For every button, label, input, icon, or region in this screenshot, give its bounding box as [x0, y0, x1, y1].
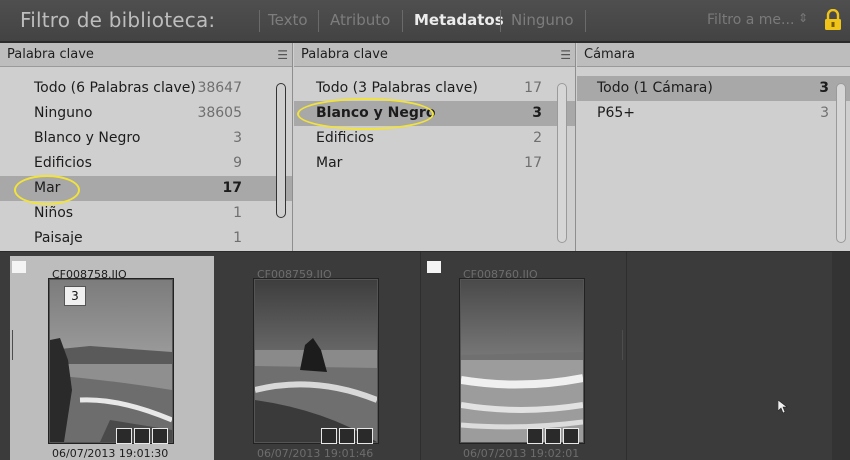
keyword-badge-icon[interactable] — [527, 428, 543, 444]
keyword-column-1: Palabra clave ☰ Todo (6 Palabras clave) … — [0, 43, 293, 251]
separator — [500, 10, 501, 32]
filter-preset-select[interactable]: Filtro a me... — [707, 12, 794, 28]
item-label: Todo (3 Palabras clave) — [316, 80, 478, 96]
capture-date: 06/07/2013 19:02:01 — [463, 447, 580, 460]
tab-texto[interactable]: Texto — [268, 11, 308, 29]
divider — [12, 330, 13, 360]
list-item[interactable]: Edificios 9 — [0, 151, 292, 176]
item-count: 17 — [524, 80, 542, 96]
item-label: Todo (1 Cámara) — [597, 80, 713, 96]
thumbnail-grid: CF008758.IIQ 3 06/07/2013 19:01:30 CF008… — [0, 252, 850, 460]
metadata-browser: Palabra clave ☰ Todo (6 Palabras clave) … — [0, 43, 850, 251]
list-item[interactable]: Todo (6 Palabras clave) 38647 — [0, 76, 292, 101]
column-header: Cámara — [577, 43, 850, 67]
list-item[interactable]: Blanco y Negro 3 — [0, 126, 292, 151]
item-label: Edificios — [34, 155, 92, 171]
mouse-cursor-icon — [778, 400, 788, 414]
item-count: 1 — [233, 205, 242, 221]
column-scrollbar[interactable] — [276, 83, 286, 218]
item-label: Mar — [316, 155, 343, 171]
item-count: 38647 — [197, 80, 242, 96]
item-label: Blanco y Negro — [34, 130, 141, 146]
item-count: 3 — [820, 105, 829, 121]
item-count: 2 — [533, 130, 542, 146]
keyword-column-2: Palabra clave ☰ Todo (3 Palabras clave) … — [294, 43, 576, 251]
keyword-badge-icon[interactable] — [116, 428, 132, 444]
item-count: 3 — [233, 130, 242, 146]
column-scrollbar[interactable] — [557, 83, 567, 243]
thumbnail-cell[interactable]: CF008760.IIQ 06/07/2013 19:02:01 — [421, 256, 625, 460]
list-item[interactable]: Todo (3 Palabras clave) 17 — [294, 76, 575, 101]
list-item[interactable]: P65+ 3 — [577, 101, 850, 126]
list-item[interactable]: Edificios 2 — [294, 126, 575, 151]
item-count: 17 — [524, 155, 542, 171]
photo-thumbnail[interactable] — [461, 280, 583, 442]
develop-badge-icon[interactable] — [563, 428, 579, 444]
list-item[interactable]: Ninguno 38605 — [0, 101, 292, 126]
tab-metadatos[interactable]: Metadatos — [414, 11, 504, 29]
column-header-label: Palabra clave — [301, 47, 388, 62]
column-menu-icon[interactable]: ☰ — [277, 48, 288, 62]
highlight-circle — [14, 175, 80, 205]
thumbnail-cell[interactable]: CF008758.IIQ 3 06/07/2013 19:01:30 — [10, 256, 214, 460]
crop-badge-icon[interactable] — [545, 428, 561, 444]
preset-arrows-icon[interactable]: ⇕ — [798, 11, 808, 25]
separator — [585, 10, 586, 32]
item-count: 38605 — [197, 105, 242, 121]
separator — [259, 10, 260, 32]
item-label: Paisaje — [34, 230, 83, 246]
flag-icon[interactable] — [12, 261, 26, 275]
column-header-label: Palabra clave — [7, 47, 94, 62]
item-label: P65+ — [597, 105, 635, 121]
filter-bar-title: Filtro de biblioteca: — [20, 8, 216, 32]
column-header: Palabra clave ☰ — [294, 43, 575, 67]
item-count: 17 — [222, 180, 242, 196]
list-item[interactable]: Paisaje 1 — [0, 226, 292, 251]
separator — [318, 10, 319, 32]
column-scrollbar[interactable] — [836, 83, 846, 243]
stack-count-badge[interactable]: 3 — [64, 286, 86, 306]
item-label: Todo (6 Palabras clave) — [34, 80, 196, 96]
flag-icon[interactable] — [427, 261, 441, 275]
column-menu-icon[interactable]: ☰ — [560, 48, 571, 62]
list-item[interactable]: Mar 17 — [294, 151, 575, 176]
develop-badge-icon[interactable] — [357, 428, 373, 444]
item-count: 9 — [233, 155, 242, 171]
column-header-label: Cámara — [584, 47, 635, 62]
badge-group — [527, 428, 587, 444]
separator — [402, 10, 403, 32]
library-filter-bar: Filtro de biblioteca: Texto Atributo Met… — [0, 0, 850, 42]
tab-atributo[interactable]: Atributo — [330, 11, 390, 29]
crop-badge-icon[interactable] — [339, 428, 355, 444]
photo-thumbnail[interactable] — [255, 280, 377, 442]
develop-badge-icon[interactable] — [152, 428, 168, 444]
capture-date: 06/07/2013 19:01:46 — [257, 447, 374, 460]
camera-column: Cámara Todo (1 Cámara) 3 P65+ 3 — [577, 43, 850, 251]
column-header: Palabra clave ☰ — [0, 43, 292, 67]
item-count: 3 — [532, 105, 542, 121]
item-label: Edificios — [316, 130, 374, 146]
item-count: 1 — [233, 230, 242, 246]
badge-group — [116, 428, 176, 444]
highlight-circle — [297, 98, 434, 130]
divider — [622, 330, 623, 360]
item-label: Ninguno — [34, 105, 93, 121]
item-label: Niños — [34, 205, 74, 221]
empty-cell — [627, 256, 832, 460]
tab-ninguno[interactable]: Ninguno — [511, 11, 574, 29]
badge-group — [321, 428, 381, 444]
keyword-badge-icon[interactable] — [321, 428, 337, 444]
capture-date: 06/07/2013 19:01:30 — [52, 447, 169, 460]
crop-badge-icon[interactable] — [134, 428, 150, 444]
item-count: 3 — [819, 80, 829, 96]
grid-scrollbar[interactable] — [832, 252, 850, 460]
list-item-selected[interactable]: Todo (1 Cámara) 3 — [577, 76, 850, 101]
thumbnail-cell[interactable]: CF008759.IIQ 06/07/2013 19:01:46 — [215, 256, 419, 460]
lock-icon[interactable] — [824, 9, 842, 31]
